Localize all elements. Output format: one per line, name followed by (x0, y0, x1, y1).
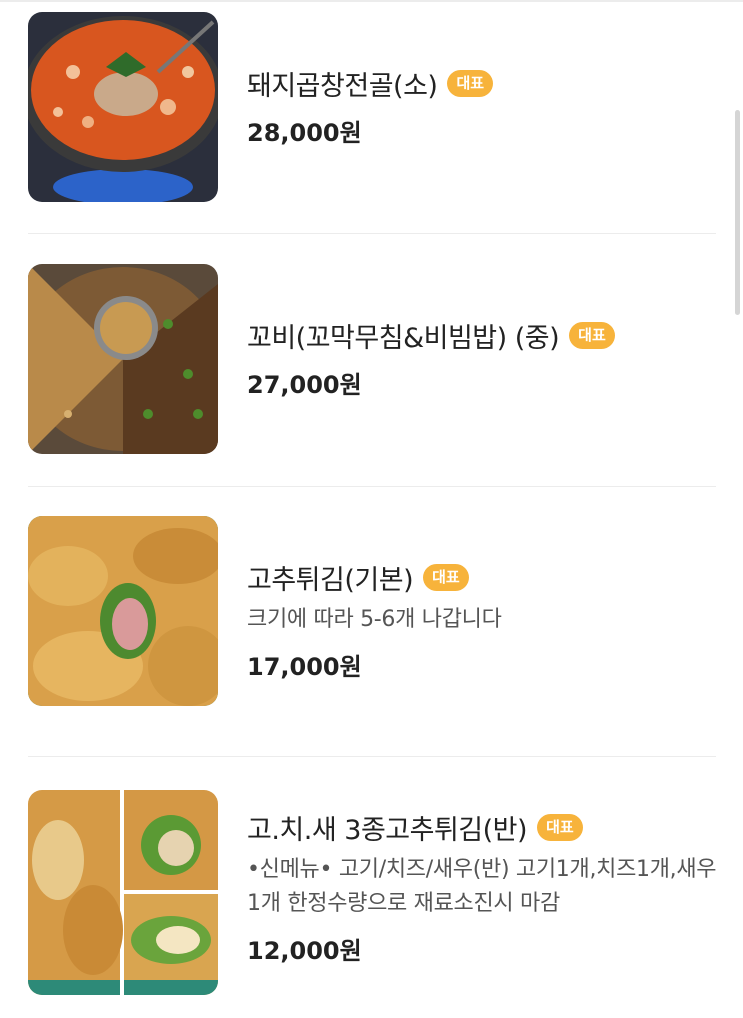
menu-item-name: 고추튀김(기본) (247, 565, 414, 596)
item-divider (28, 233, 716, 234)
menu-item[interactable]: 고추튀김(기본) 대표 크기에 따라 5-6개 나갑니다 17,000원 (28, 516, 716, 726)
menu-item-price: 28,000원 (247, 119, 362, 147)
item-divider (28, 756, 716, 757)
menu-item-image (28, 12, 218, 202)
menu-item-image (28, 264, 218, 454)
menu-item-price: 27,000원 (247, 371, 362, 399)
menu-item[interactable]: 고.치.새 3종고추튀김(반) 대표 •신메뉴• 고기/치즈/새우(반) 고기1… (28, 790, 717, 995)
top-divider (0, 0, 743, 2)
menu-item-price: 12,000원 (247, 937, 362, 965)
scrollbar[interactable] (735, 110, 740, 315)
signature-badge: 대표 (537, 814, 583, 841)
menu-item-image (28, 790, 218, 995)
menu-item-name: 돼지곱창전골(소) (247, 71, 438, 102)
signature-badge: 대표 (447, 70, 494, 97)
signature-badge: 대표 (569, 322, 615, 349)
menu-item[interactable]: 꼬비(꼬막무침&비빔밥) (중) 대표 27,000원 (28, 264, 716, 454)
menu-item-image (28, 516, 218, 706)
menu-item[interactable]: 돼지곱창전골(소) 대표 28,000원 (28, 12, 716, 202)
menu-item-price: 17,000원 (247, 653, 362, 681)
signature-badge: 대표 (423, 564, 469, 591)
item-divider (28, 486, 716, 487)
menu-item-description: 크기에 따라 5-6개 나갑니다 (247, 607, 502, 632)
menu-item-name: 고.치.새 3종고추튀김(반) (247, 815, 528, 846)
menu-item-name: 꼬비(꼬막무침&비빔밥) (중) (247, 323, 560, 354)
menu-item-description: •신메뉴• 고기/치즈/새우(반) 고기1개,치즈1개,새우1개 한정수량으로 … (247, 857, 717, 916)
